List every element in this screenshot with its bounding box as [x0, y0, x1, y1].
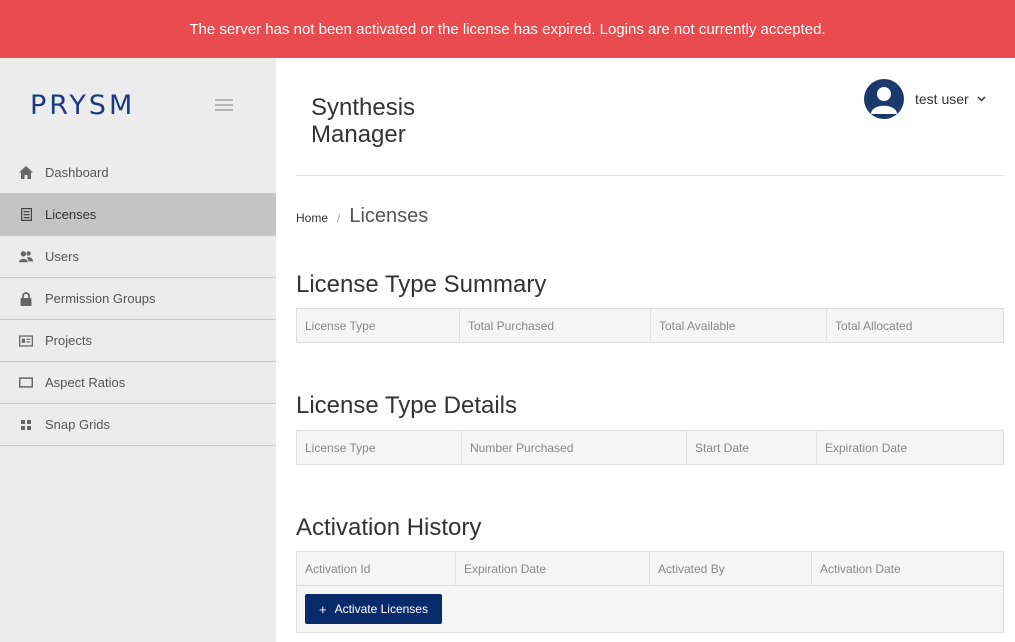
breadcrumb-separator: / — [337, 211, 341, 225]
column-header[interactable]: License Type — [297, 431, 462, 464]
banner-message: The server has not been activated or the… — [189, 20, 826, 38]
table-header-row: Activation Id Expiration Date Activated … — [297, 552, 1003, 585]
history-title: Activation History — [296, 514, 482, 541]
column-header[interactable]: Number Purchased — [462, 431, 687, 464]
summary-title: License Type Summary — [296, 271, 547, 298]
activate-licenses-button[interactable]: + Activate Licenses — [305, 594, 442, 624]
history-table: Activation Id Expiration Date Activated … — [296, 551, 1004, 633]
sidebar-item-dashboard[interactable]: Dashboard — [0, 152, 276, 194]
button-label: Activate Licenses — [334, 602, 428, 616]
plus-icon: + — [319, 601, 327, 617]
sidebar-item-aspect-ratios[interactable]: Aspect Ratios — [0, 362, 276, 404]
document-icon — [19, 208, 33, 222]
sidebar-item-label: Permission Groups — [45, 291, 156, 306]
license-warning-banner: The server has not been activated or the… — [0, 0, 1015, 58]
table-footer: + Activate Licenses — [297, 585, 1003, 632]
sidebar-item-snap-grids[interactable]: Snap Grids — [0, 404, 276, 446]
id-card-icon — [19, 334, 33, 348]
table-header-row: License Type Total Purchased Total Avail… — [297, 309, 1003, 342]
sidebar-item-licenses[interactable]: Licenses — [0, 194, 276, 236]
details-title: License Type Details — [296, 392, 518, 419]
column-header[interactable]: Expiration Date — [817, 431, 1003, 464]
column-header[interactable]: Total Purchased — [460, 309, 651, 342]
menu-toggle-icon[interactable] — [215, 99, 233, 113]
svg-text:PRYSM: PRYSM — [30, 90, 135, 120]
column-header[interactable]: Total Allocated — [827, 309, 1003, 342]
sidebar-item-label: Users — [45, 249, 79, 264]
column-header[interactable]: Activation Date — [812, 552, 1003, 585]
sidebar-item-label: Dashboard — [45, 165, 109, 180]
app-title: Synthesis Manager — [311, 94, 471, 148]
sidebar-item-projects[interactable]: Projects — [0, 320, 276, 362]
sidebar-item-label: Licenses — [45, 207, 97, 222]
chevron-down-icon — [977, 96, 986, 102]
lock-icon — [19, 291, 33, 306]
home-icon — [19, 166, 33, 180]
column-header[interactable]: Total Available — [651, 309, 827, 342]
app-title-line: Synthesis — [311, 94, 416, 121]
breadcrumb: Home / Licenses — [296, 205, 428, 228]
rectangle-icon — [19, 376, 33, 390]
sidebar: PRYSM Dashboard Licenses Users Permissio… — [0, 58, 276, 642]
column-header[interactable]: Start Date — [687, 431, 817, 464]
column-header[interactable]: Activation Id — [297, 552, 456, 585]
breadcrumb-current: Licenses — [349, 205, 429, 227]
prysm-logo: PRYSM — [30, 90, 172, 120]
details-table: License Type Number Purchased Start Date… — [296, 430, 1004, 465]
breadcrumb-home-link[interactable]: Home — [296, 211, 328, 225]
sidebar-item-label: Projects — [45, 333, 92, 348]
sidebar-item-label: Aspect Ratios — [45, 375, 126, 390]
main-content: Synthesis Manager test user Home / Licen… — [276, 58, 1015, 642]
grid-icon — [19, 418, 33, 432]
summary-table: License Type Total Purchased Total Avail… — [296, 308, 1004, 343]
user-name: test user — [915, 91, 969, 107]
user-icon — [871, 87, 897, 114]
users-icon — [19, 250, 33, 264]
column-header[interactable]: License Type — [297, 309, 460, 342]
sidebar-item-label: Snap Grids — [45, 417, 111, 432]
column-header[interactable]: Activated By — [650, 552, 812, 585]
sidebar-item-permission-groups[interactable]: Permission Groups — [0, 278, 276, 320]
user-menu[interactable]: test user — [864, 79, 986, 119]
logo-wordmark: PRYSM — [30, 90, 135, 120]
header-divider — [296, 175, 1004, 176]
sidebar-nav: Dashboard Licenses Users Permission Grou… — [0, 152, 276, 446]
sidebar-item-users[interactable]: Users — [0, 236, 276, 278]
table-header-row: License Type Number Purchased Start Date… — [297, 431, 1003, 464]
avatar — [864, 79, 904, 119]
app-title-line: Manager — [311, 121, 406, 148]
column-header[interactable]: Expiration Date — [456, 552, 650, 585]
